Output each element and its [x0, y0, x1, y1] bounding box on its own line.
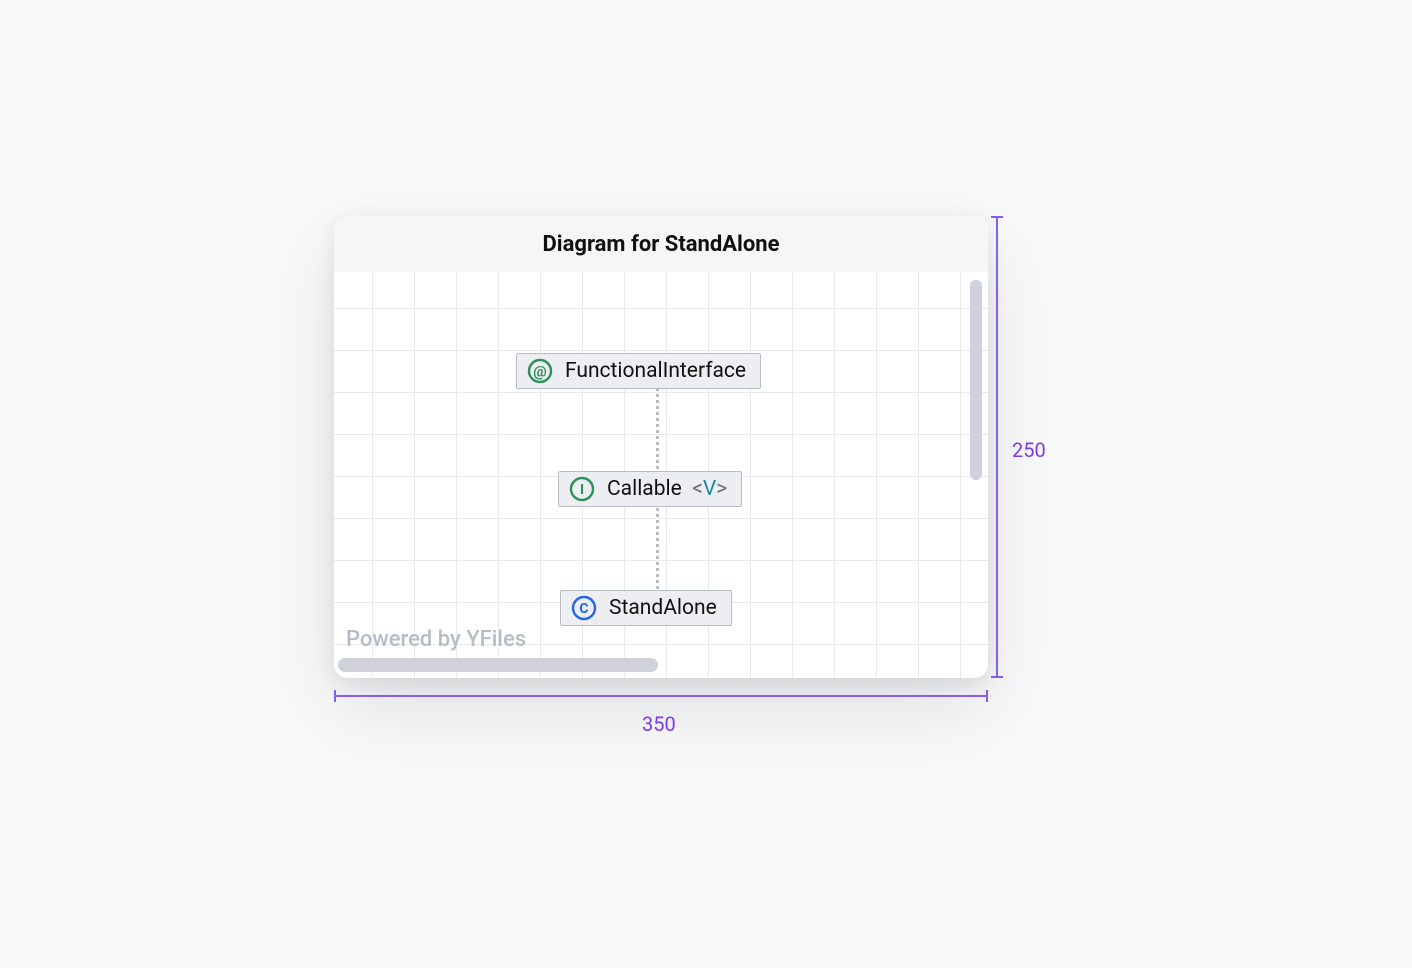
horizontal-scrollbar[interactable] — [338, 658, 658, 672]
diagram-card: Diagram for StandAlone @ FunctionalInter… — [334, 216, 988, 678]
svg-text:@: @ — [533, 363, 546, 381]
svg-text:C: C — [579, 601, 588, 617]
width-ruler-label: 350 — [642, 712, 676, 736]
card-title: Diagram for StandAlone — [334, 216, 988, 272]
node-label: StandAlone — [609, 596, 717, 620]
node-standalone[interactable]: C StandAlone — [560, 590, 732, 626]
height-ruler — [996, 216, 998, 678]
diagram-canvas[interactable]: @ FunctionalInterface I Callable <V> — [334, 272, 988, 678]
height-ruler-label: 250 — [1012, 438, 1046, 462]
width-ruler — [334, 695, 988, 697]
node-label: FunctionalInterface — [565, 359, 746, 383]
node-callable[interactable]: I Callable <V> — [558, 471, 742, 507]
node-label: Callable <V> — [607, 477, 727, 501]
interface-icon: I — [569, 476, 595, 502]
svg-text:I: I — [580, 482, 584, 498]
vertical-scrollbar[interactable] — [970, 280, 982, 480]
class-icon: C — [571, 595, 597, 621]
annotation-icon: @ — [527, 358, 553, 384]
watermark-text: Powered by YFiles — [346, 627, 526, 652]
node-functional-interface[interactable]: @ FunctionalInterface — [516, 353, 761, 389]
